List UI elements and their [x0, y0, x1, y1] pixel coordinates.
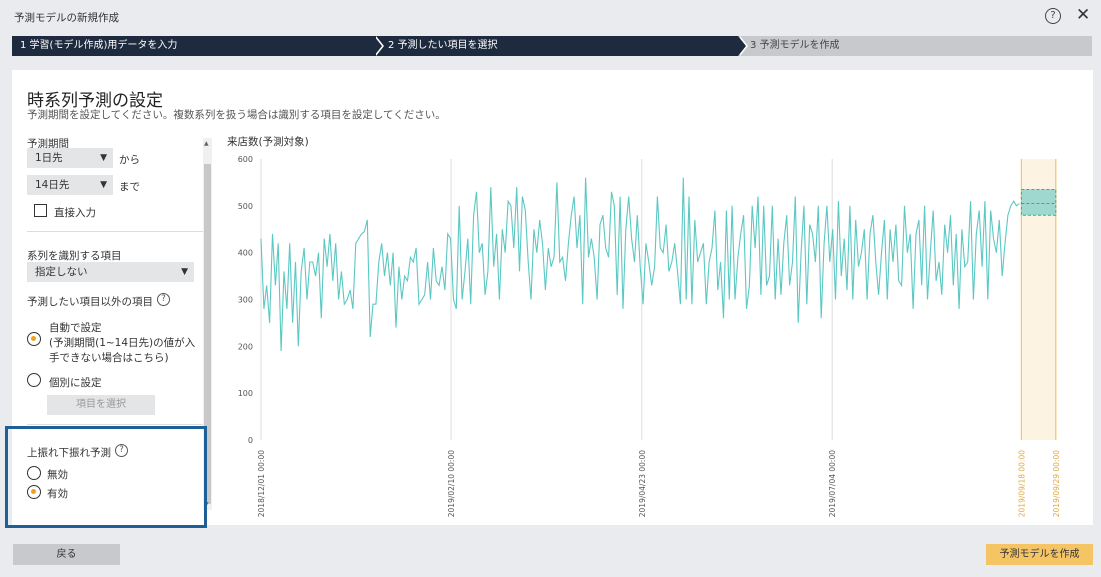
chart-title: 来店数(予測対象) — [227, 136, 309, 148]
auto-setting-label: 自動で設定 — [49, 322, 102, 334]
x-tick-label: 2019/02/10 00:00 — [447, 450, 456, 517]
series-select-value: 指定しない — [35, 266, 88, 278]
from-select[interactable]: 1日先 ▼ — [27, 148, 113, 168]
series-label: 系列を識別する項目 — [27, 250, 122, 262]
help-icon[interactable]: ? — [157, 293, 170, 306]
y-tick-label: 100 — [238, 389, 253, 398]
select-items-button[interactable]: 項目を選択 — [47, 395, 155, 415]
divider — [27, 231, 203, 232]
chart: 0 100 200 300 400 500 600 2018/12/01 00:00 2019/… — [238, 155, 1061, 517]
auto-setting-note: 手できない場合はこちら) — [49, 352, 169, 364]
direct-input-label: 直接入力 — [54, 207, 96, 219]
page-subtitle: 予測期間を設定してください。複数系列を扱う場合は識別する項目を設定してください。 — [27, 109, 446, 121]
step-3-label: 3 予測モデルを作成 — [750, 40, 840, 51]
x-tick-label: 2019/09/29 00:00 — [1052, 450, 1061, 517]
forecast-interval — [1020, 188, 1057, 216]
step-1: 1 学習(モデル作成)用データを入力 — [12, 36, 384, 56]
x-tick-label: 2018/12/01 00:00 — [257, 450, 266, 517]
y-tick-label: 600 — [238, 155, 253, 164]
window-title: 予測モデルの新規作成 — [14, 12, 119, 24]
scroll-up-icon[interactable]: ▲ — [204, 140, 209, 147]
chevron-down-icon: ▼ — [181, 267, 188, 277]
from-select-value: 1日先 — [35, 152, 63, 164]
y-tick-label: 400 — [238, 249, 253, 258]
close-icon[interactable]: ✕ — [1076, 5, 1090, 25]
to-suffix: まで — [119, 181, 140, 193]
y-tick-label: 0 — [248, 436, 253, 445]
other-items-label: 予測したい項目以外の項目 — [27, 296, 153, 308]
step-3: 3 予測モデルを作成 — [732, 36, 1092, 56]
chevron-down-icon: ▼ — [100, 180, 107, 190]
step-arrow — [738, 36, 746, 56]
create-model-button[interactable]: 予測モデルを作成 — [986, 544, 1093, 565]
chevron-down-icon: ▼ — [100, 153, 107, 163]
direct-input-checkbox[interactable] — [34, 204, 47, 217]
y-tick-label: 500 — [238, 202, 253, 211]
step-1-label: 1 学習(モデル作成)用データを入力 — [20, 40, 178, 51]
series-line — [260, 177, 1020, 352]
y-tick-label: 300 — [238, 296, 253, 305]
x-tick-label: 2019/09/18 00:00 — [1017, 450, 1026, 517]
divider — [27, 424, 203, 425]
from-suffix: から — [119, 154, 140, 166]
individual-setting-radio[interactable] — [27, 373, 41, 387]
individual-setting-label: 個別に設定 — [49, 377, 102, 389]
title-bar: 予測モデルの新規作成 ? ✕ — [0, 0, 1101, 34]
x-tick-label: 2019/04/23 00:00 — [638, 450, 647, 517]
step-2: 2 予測したい項目を選択 — [372, 36, 748, 56]
back-button[interactable]: 戻る — [13, 544, 120, 565]
step-2-label: 2 予測したい項目を選択 — [388, 40, 498, 51]
step-arrow — [374, 36, 382, 56]
highlight-frame — [5, 426, 207, 528]
to-select-value: 14日先 — [35, 179, 70, 191]
help-icon[interactable]: ? — [1045, 8, 1061, 24]
to-select[interactable]: 14日先 ▼ — [27, 175, 113, 195]
series-select[interactable]: 指定しない ▼ — [27, 262, 194, 282]
wizard-steps: 3 予測モデルを作成 2 予測したい項目を選択 1 学習(モデル作成)用データを… — [12, 36, 1092, 56]
auto-setting-note: (予測期間(1~14日先)の値が入 — [49, 337, 196, 349]
y-tick-label: 200 — [238, 342, 253, 351]
auto-setting-radio[interactable] — [27, 332, 41, 346]
x-tick-label: 2019/07/04 00:00 — [828, 450, 837, 517]
